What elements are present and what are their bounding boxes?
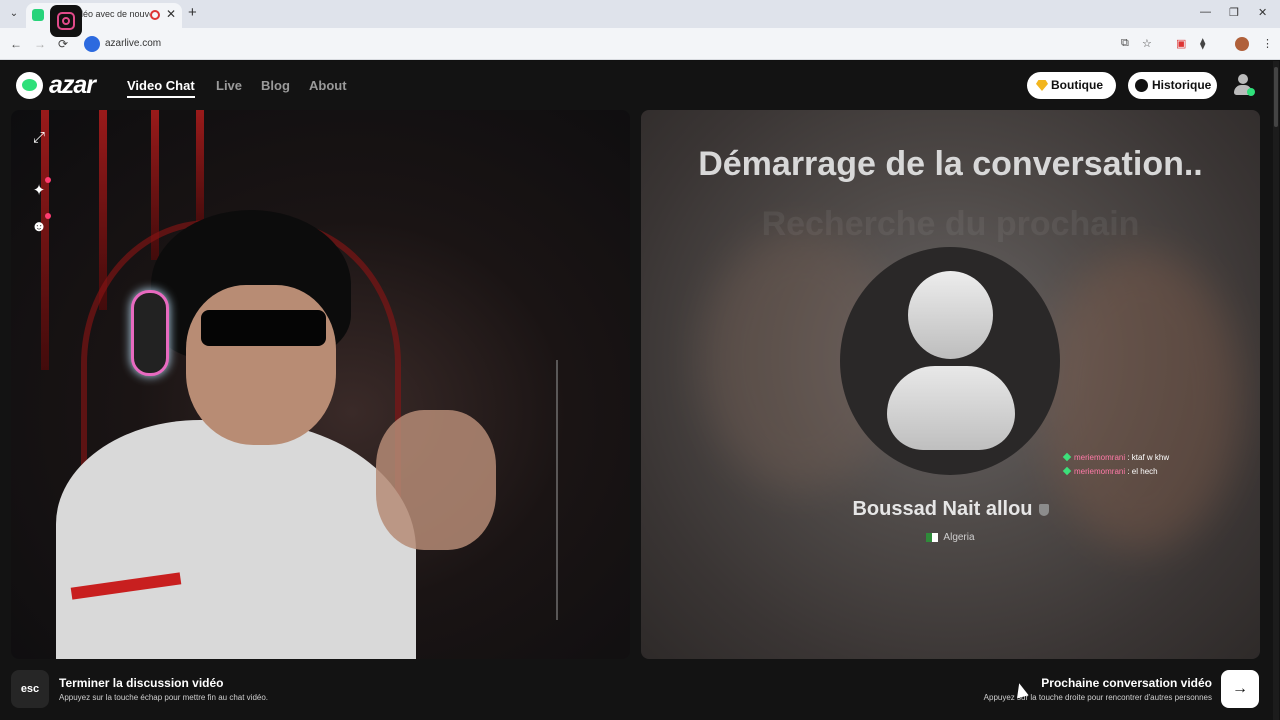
history-button[interactable]: Historique: [1128, 72, 1217, 99]
browser-tab-bar: ⌄ Chat vidéo avec de nouvelles personnes…: [0, 0, 1280, 28]
history-label: Historique: [1152, 78, 1212, 92]
profile-icon[interactable]: [1235, 37, 1249, 51]
instagram-icon: [50, 5, 82, 37]
shield-icon: [1038, 503, 1049, 516]
cast-icon[interactable]: ⧉: [1121, 37, 1129, 50]
url-field[interactable]: azarlive.com: [80, 32, 1110, 56]
sparkle-effects-icon[interactable]: ✦: [30, 177, 51, 200]
site-icon[interactable]: [84, 36, 100, 52]
end-chat-hint: Appuyez sur la touche échap pour mettre …: [59, 693, 269, 702]
gem-icon: [1036, 80, 1048, 91]
url-text: azarlive.com: [105, 38, 162, 49]
reload-icon[interactable]: ⟳: [58, 37, 68, 51]
self-video: ⤢ ✦ ☻: [11, 110, 630, 659]
person-hand: [376, 410, 496, 550]
logo-text: azar: [49, 71, 96, 99]
page-scrollbar[interactable]: [1273, 61, 1279, 720]
partner-country: Algeria: [641, 532, 1260, 543]
person-face: [186, 285, 336, 445]
azar-favicon-icon: [32, 9, 44, 21]
chat-message: meriemomrani : el hech: [1062, 466, 1158, 476]
kebab-menu-icon[interactable]: ⋮: [1262, 37, 1273, 50]
extension-icon[interactable]: ▣: [1176, 37, 1186, 50]
azar-logo[interactable]: azar: [16, 71, 106, 101]
tab-close-icon[interactable]: ✕: [166, 7, 176, 21]
puzzle-icon[interactable]: ⧫: [1200, 37, 1205, 50]
esc-button[interactable]: esc: [11, 670, 49, 708]
nav-live[interactable]: Live: [216, 78, 242, 93]
scrollbar-thumb[interactable]: [1274, 67, 1278, 127]
clock-icon: [1135, 79, 1148, 92]
connection-status-title: Démarrage de la conversation..: [698, 145, 1203, 183]
next-chat-title: Prochaine conversation vidéo: [1041, 676, 1212, 690]
ghost-status-text: Recherche du prochain: [761, 205, 1140, 243]
nav-blog[interactable]: Blog: [261, 78, 290, 93]
avatar-head-icon: [908, 271, 993, 359]
expand-icon[interactable]: ⤢: [30, 129, 48, 147]
shop-button[interactable]: Boutique: [1027, 72, 1116, 99]
sunglasses: [201, 310, 326, 346]
algeria-flag-icon: [926, 532, 939, 542]
partner-video: Démarrage de la conversation.. Recherche…: [641, 110, 1260, 659]
nav-active-underline: [127, 96, 195, 98]
recording-icon: [150, 10, 160, 20]
minimize-button[interactable]: —: [1200, 6, 1211, 18]
tab-menu-icon[interactable]: ⌄: [6, 6, 22, 22]
azar-page: azar Video Chat Live Blog About Boutique…: [0, 61, 1280, 720]
end-chat-title: Terminer la discussion vidéo: [59, 676, 224, 690]
cables: [556, 360, 630, 620]
partner-name: Boussad Nait allou: [641, 498, 1260, 521]
user-account-icon[interactable]: [1232, 73, 1255, 97]
azar-logo-icon: [16, 72, 43, 99]
next-chat-hint: Appuyez sur la touche droite pour rencon…: [983, 693, 1212, 702]
chat-message: meriemomrani : ktaf w khw: [1062, 452, 1169, 462]
star-icon[interactable]: ☆: [1142, 37, 1152, 50]
avatar-body-icon: [887, 366, 1015, 450]
face-mask-icon[interactable]: ☻: [30, 213, 51, 236]
shop-label: Boutique: [1051, 78, 1103, 92]
headphones: [131, 290, 169, 376]
new-tab-button[interactable]: +: [188, 4, 197, 21]
nav-video-chat[interactable]: Video Chat: [127, 78, 195, 93]
back-icon[interactable]: ←: [10, 37, 22, 51]
close-window-button[interactable]: ✕: [1258, 6, 1267, 19]
address-bar: ← → ⟳ azarlive.com ⧉ ☆ ▣ ⧫ ⋮: [0, 28, 1280, 60]
restore-button[interactable]: ❐: [1229, 6, 1239, 19]
next-chat-button[interactable]: →: [1221, 670, 1259, 708]
forward-icon[interactable]: →: [34, 37, 46, 51]
nav-about[interactable]: About: [309, 78, 347, 93]
